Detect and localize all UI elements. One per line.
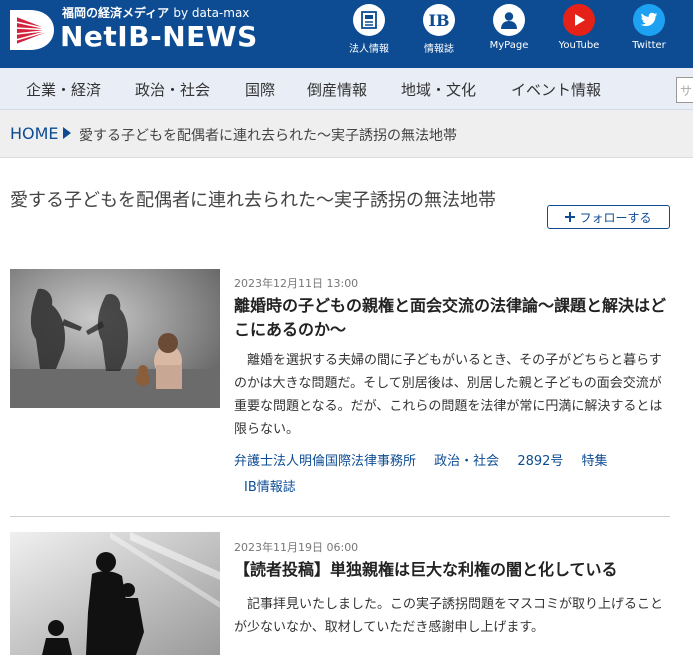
nav-item-bankruptcy[interactable]: 倒産情報	[307, 79, 367, 100]
site-brand[interactable]: NetIB-NEWS	[60, 20, 258, 53]
tag-link[interactable]: 2892号	[517, 454, 563, 469]
ib-icon: IB	[423, 4, 455, 36]
article-thumbnail[interactable]	[10, 532, 220, 655]
main-nav: 企業・経済 政治・社会 国際 倒産情報 地域・文化 イベント情報	[0, 68, 693, 110]
breadcrumb-home[interactable]: HOME	[10, 124, 59, 143]
breadcrumb-current: 愛する子どもを配偶者に連れ去られた～実子誘拐の無法地帯	[79, 128, 457, 144]
article-date: 2023年11月19日 06:00	[234, 541, 359, 554]
chevron-right-icon	[63, 127, 71, 139]
user-icon	[493, 4, 525, 36]
nav-item-events[interactable]: イベント情報	[511, 79, 601, 100]
netib-logo-icon[interactable]	[8, 6, 56, 54]
article-tags: 弁護士法人明倫国際法律事務所 政治・社会 2892号 特集 IB情報誌	[234, 449, 674, 501]
mypage-link[interactable]: MyPage	[477, 4, 541, 51]
page-title: 愛する子どもを配偶者に連れ去られた～実子誘拐の無法地帯	[10, 190, 496, 211]
article-title[interactable]: 離婚時の子どもの親権と面会交流の法律論～課題と解決はどこにあるのか～	[234, 294, 674, 342]
search-input[interactable]: サ	[676, 77, 693, 103]
nav-item-business[interactable]: 企業・経済	[26, 79, 101, 100]
silhouette-photo	[10, 532, 220, 655]
nav-item-international[interactable]: 国際	[245, 79, 275, 100]
article-divider	[10, 516, 670, 517]
article-thumbnail[interactable]	[10, 269, 220, 408]
tag-link[interactable]: 特集	[582, 454, 608, 469]
follow-button[interactable]: フォローする	[547, 205, 670, 229]
article-summary: 記事拝見いたしました。この実子誘拐問題をマスコミが取り上げることが少ないなか、取…	[234, 597, 664, 635]
document-icon	[353, 4, 385, 36]
family-conflict-photo	[10, 269, 220, 408]
tag-link[interactable]: IB情報誌	[234, 480, 296, 495]
article-date: 2023年12月11日 13:00	[234, 277, 359, 290]
youtube-icon	[563, 4, 595, 36]
corporate-info-link[interactable]: 法人情報	[337, 4, 401, 55]
breadcrumb: HOME 愛する子どもを配偶者に連れ去られた～実子誘拐の無法地帯	[0, 110, 693, 158]
tag-link[interactable]: 政治・社会	[434, 454, 499, 469]
magazine-link[interactable]: IB 情報誌	[407, 4, 471, 55]
article-summary: 離婚を選択する夫婦の間に子どもがいるとき、その子がどちらと暮らすのかは大きな問題…	[234, 353, 663, 437]
site-header: 福岡の経済メディア by data-max NetIB-NEWS 法人情報 IB…	[0, 0, 693, 68]
nav-item-culture[interactable]: 地域・文化	[401, 79, 476, 100]
plus-icon	[565, 212, 576, 222]
youtube-link[interactable]: YouTube	[547, 4, 611, 51]
follow-label: フォローする	[579, 210, 652, 225]
article-title[interactable]: 【読者投稿】単独親権は巨大な利権の闇と化している	[234, 558, 674, 582]
site-tagline: 福岡の経済メディア by data-max	[62, 6, 250, 20]
twitter-link[interactable]: Twitter	[617, 4, 681, 51]
twitter-icon	[633, 4, 665, 36]
tag-link[interactable]: 弁護士法人明倫国際法律事務所	[234, 454, 416, 469]
nav-item-politics[interactable]: 政治・社会	[135, 79, 210, 100]
